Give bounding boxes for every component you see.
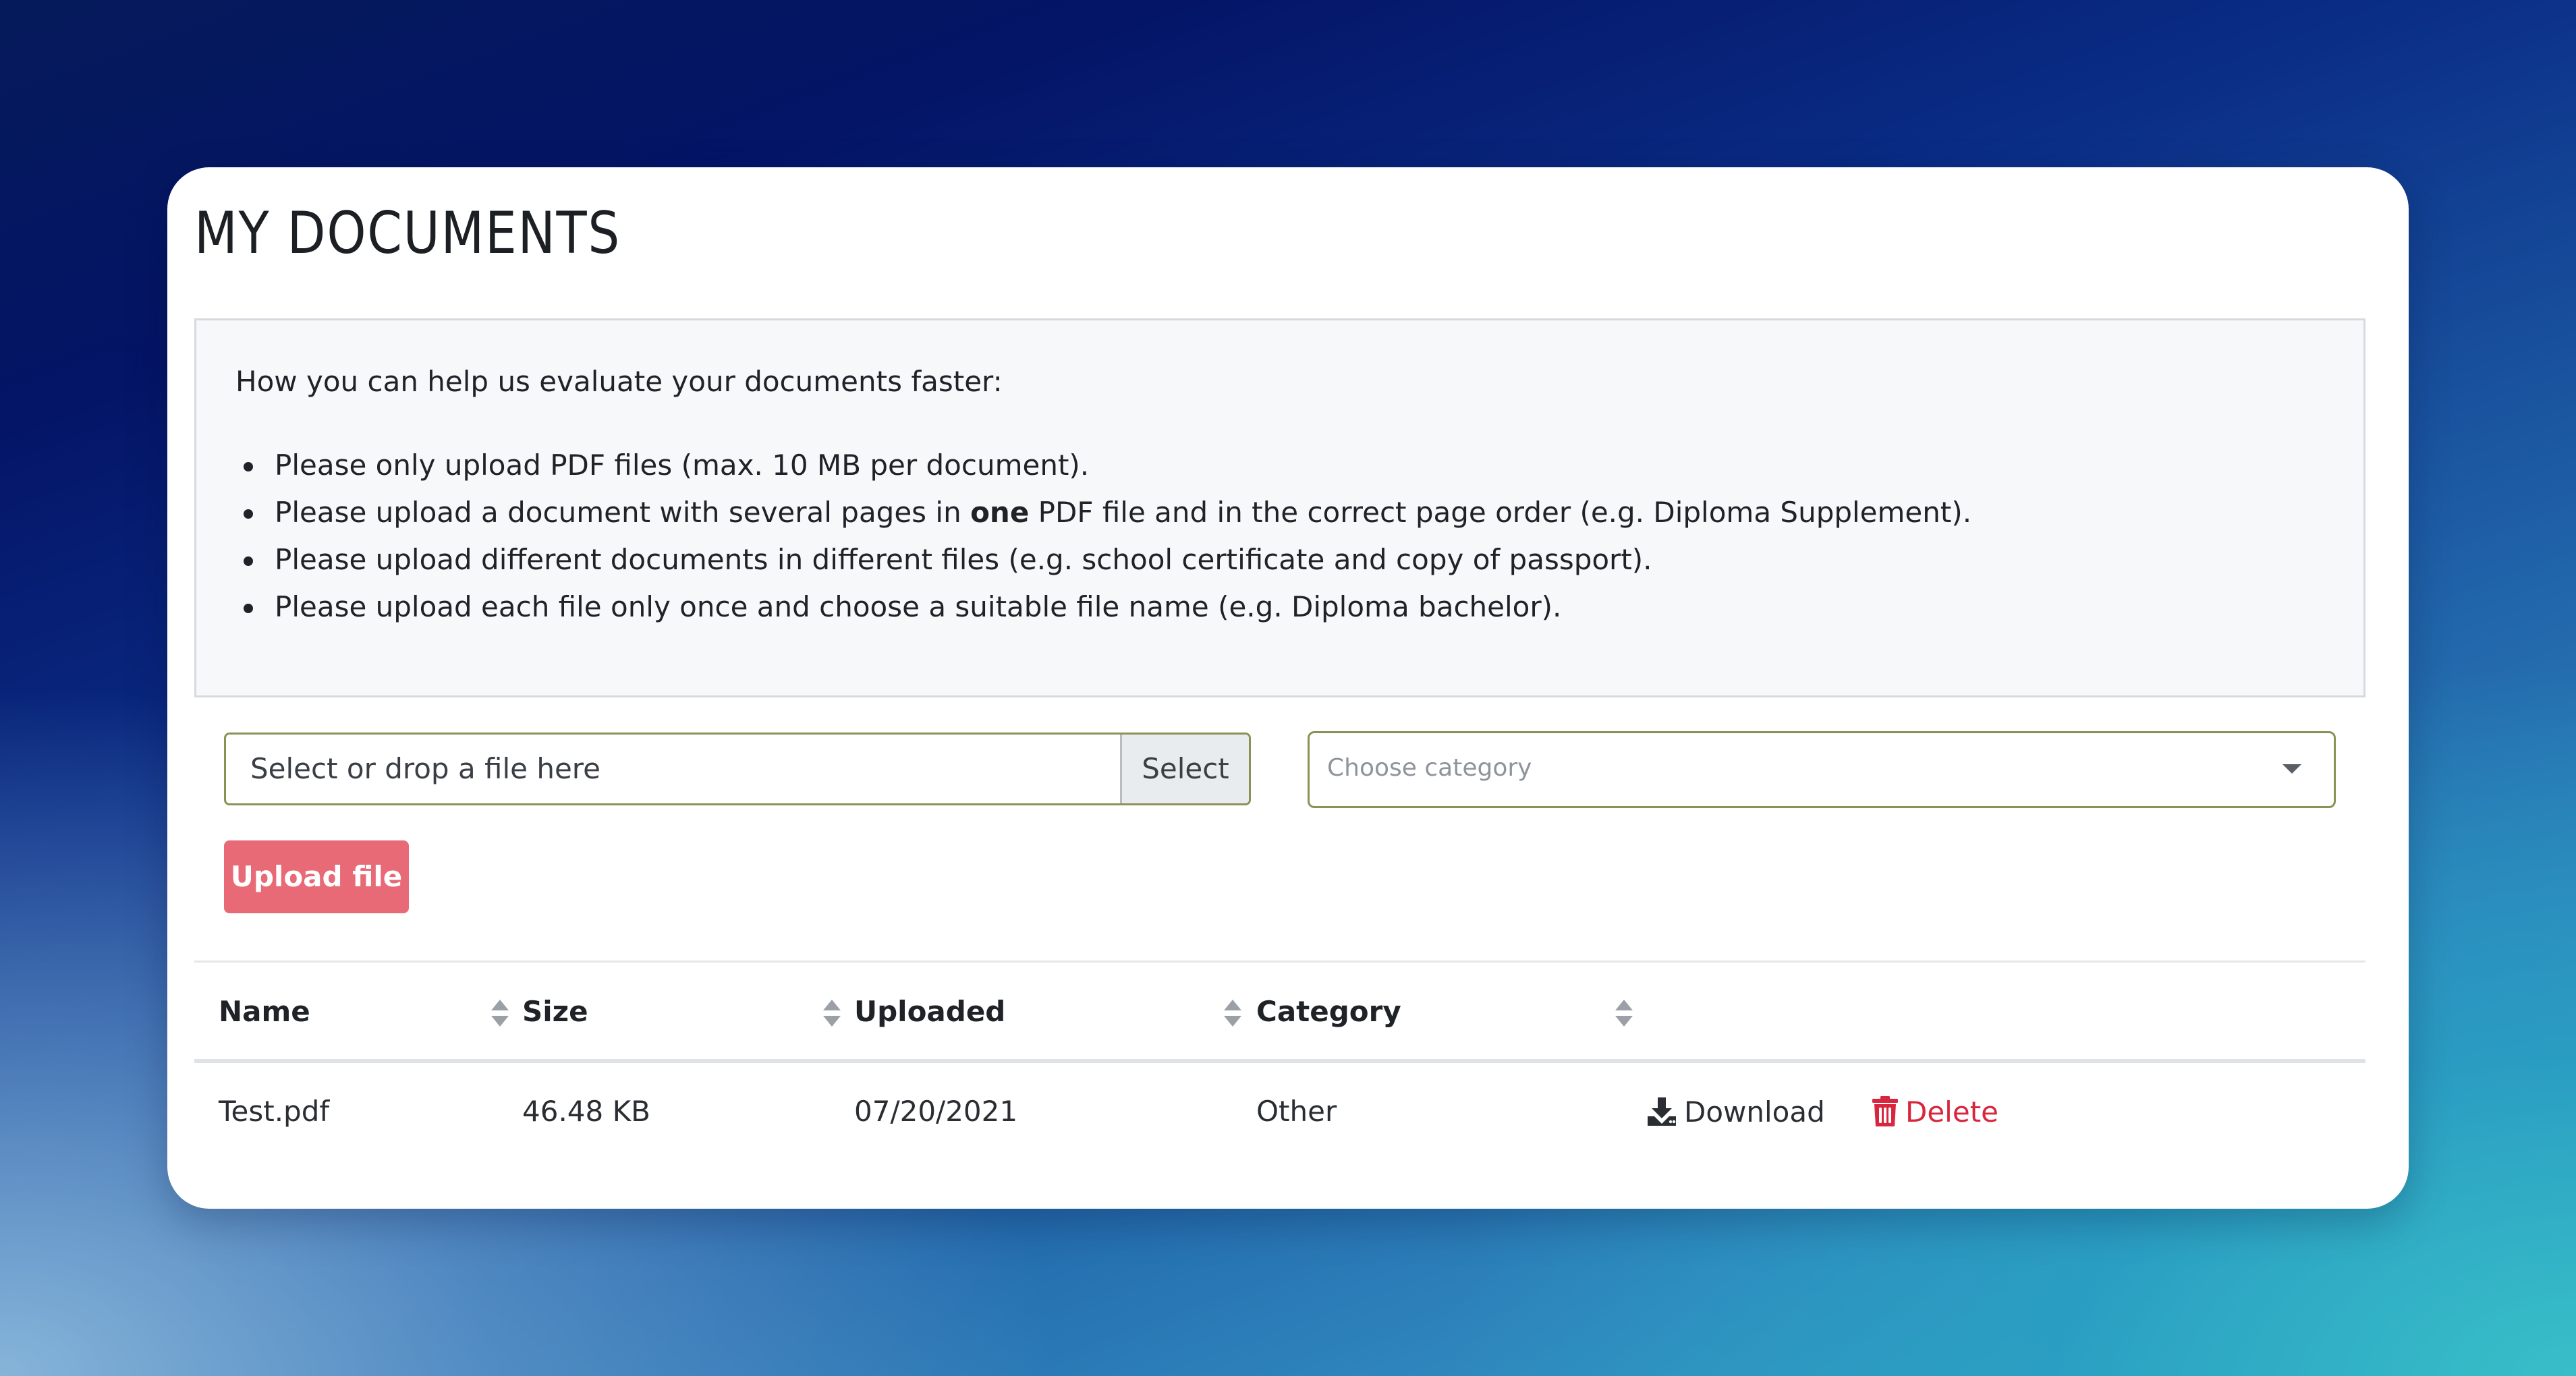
trash-icon: [1872, 1096, 1898, 1126]
sort-icon[interactable]: [1614, 998, 1634, 1028]
info-list: Please only upload PDF files (max. 10 MB…: [243, 442, 1971, 631]
download-label[interactable]: Download: [1684, 1095, 1825, 1128]
column-header-uploaded[interactable]: Uploaded: [854, 963, 1005, 1060]
table-header: Name Size Uploaded Category: [194, 963, 2365, 1060]
sort-icon[interactable]: [822, 998, 842, 1028]
info-bullet: Please upload each file only once and ch…: [243, 583, 1971, 631]
info-bullet: Please upload a document with several pa…: [243, 489, 1971, 536]
column-header-name[interactable]: Name: [219, 963, 310, 1060]
upload-file-button[interactable]: Upload file: [224, 840, 409, 913]
info-intro: How you can help us evaluate your docume…: [235, 365, 1003, 398]
column-header-size[interactable]: Size: [522, 963, 588, 1060]
sort-icon[interactable]: [1223, 998, 1243, 1028]
download-button[interactable]: Download: [1646, 1064, 1825, 1159]
cell-name: Test.pdf: [219, 1095, 330, 1128]
section-divider: [194, 961, 2365, 963]
cell-size: 46.48 KB: [522, 1095, 650, 1128]
info-bullet: Please only upload PDF files (max. 10 MB…: [243, 442, 1971, 489]
download-icon: [1648, 1097, 1676, 1126]
table-row: Test.pdf 46.48 KB 07/20/2021 Other Downl…: [194, 1064, 2365, 1159]
file-drop-input[interactable]: Select or drop a file here Select: [224, 733, 1251, 805]
category-select[interactable]: Choose category: [1308, 731, 2336, 808]
file-input-placeholder[interactable]: Select or drop a file here: [226, 735, 1120, 803]
emphasis-text: one: [970, 496, 1030, 529]
cell-uploaded: 07/20/2021: [854, 1095, 1018, 1128]
chevron-down-icon[interactable]: [2283, 764, 2301, 774]
documents-card: MY DOCUMENTS How you can help us evaluat…: [167, 167, 2409, 1209]
select-file-button[interactable]: Select: [1120, 735, 1249, 803]
info-box: How you can help us evaluate your docume…: [194, 318, 2365, 697]
category-placeholder: Choose category: [1327, 754, 1532, 782]
delete-button[interactable]: Delete: [1872, 1064, 1998, 1159]
delete-label[interactable]: Delete: [1905, 1095, 1998, 1128]
table-header-rule: [194, 1059, 2365, 1063]
cell-category: Other: [1256, 1095, 1337, 1128]
column-header-category[interactable]: Category: [1256, 963, 1401, 1060]
page-title: MY DOCUMENTS: [194, 200, 621, 267]
sort-icon[interactable]: [490, 998, 510, 1028]
info-bullet: Please upload different documents in dif…: [243, 536, 1971, 583]
